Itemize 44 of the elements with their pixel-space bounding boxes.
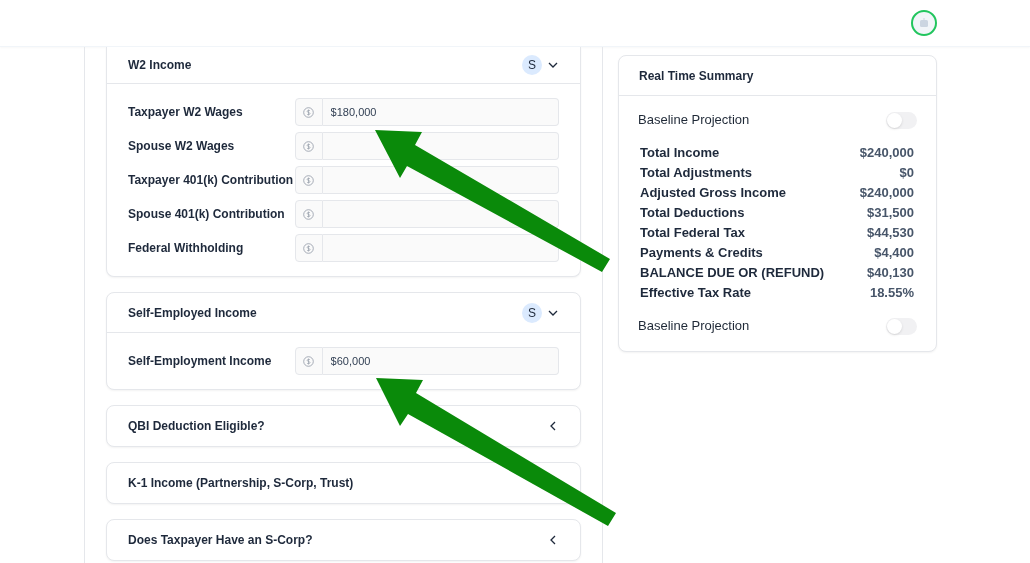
dollar-icon	[303, 140, 315, 152]
summary-label: Total Adjustments	[640, 164, 752, 183]
summary-value: $4,400	[874, 244, 914, 263]
summary-label: Adjusted Gross Income	[640, 184, 786, 203]
toggle-switch[interactable]	[886, 111, 917, 129]
amount-field[interactable]	[322, 234, 559, 262]
dollar-icon	[303, 174, 315, 186]
summary-value: $240,000	[859, 144, 914, 163]
section-title: QBI Deduction Eligible?	[128, 418, 265, 435]
initial-badge: S	[522, 55, 542, 75]
summary-label: Payments & Credits	[640, 244, 763, 263]
summary-title: Real Time Summary	[639, 67, 754, 85]
avatar-icon[interactable]	[911, 10, 937, 36]
summary-label: Effective Tax Rate	[640, 284, 752, 303]
summary-value: 18.55%	[869, 284, 914, 303]
section-title: Self-Employed Income	[128, 304, 257, 322]
dollar-icon	[303, 208, 315, 220]
summary-label: Total Federal Tax	[640, 224, 745, 243]
field-label: Taxpayer 401(k) Contribution	[128, 172, 295, 189]
toggle-label: Baseline Projection	[638, 317, 750, 336]
field-label: Self-Employment Income	[128, 353, 273, 370]
dollar-icon	[303, 355, 315, 367]
summary-value: $31,500	[867, 204, 914, 223]
initial-badge: S	[522, 302, 542, 323]
section-title: K-1 Income (Partnership, S-Corp, Trust)	[128, 475, 354, 492]
section-title: W2 Income	[128, 57, 192, 74]
field-label: Federal Withholding	[128, 240, 245, 257]
amount-field[interactable]: $180,000	[322, 98, 559, 126]
field-label: Spouse W2 Wages	[128, 138, 236, 155]
summary-label: BALANCE DUE OR (REFUND)	[640, 264, 825, 283]
section-title: Does Taxpayer Have an S-Corp?	[128, 532, 313, 549]
summary-value: $0	[899, 164, 914, 183]
field-label: Taxpayer W2 Wages	[128, 104, 244, 121]
toggle-label: Baseline Projection	[638, 111, 750, 130]
summary-value: $40,130	[867, 264, 914, 283]
field-label: Spouse 401(k) Contribution	[128, 206, 286, 223]
toggle-switch[interactable]	[886, 317, 917, 335]
summary-label: Total Deductions	[640, 204, 745, 223]
summary-value: $44,530	[867, 224, 914, 243]
dollar-icon	[303, 242, 315, 254]
summary-label: Total Income	[640, 144, 720, 163]
dollar-icon	[303, 106, 315, 118]
amount-field[interactable]: $60,000	[322, 347, 559, 375]
summary-value: $240,000	[859, 184, 914, 203]
